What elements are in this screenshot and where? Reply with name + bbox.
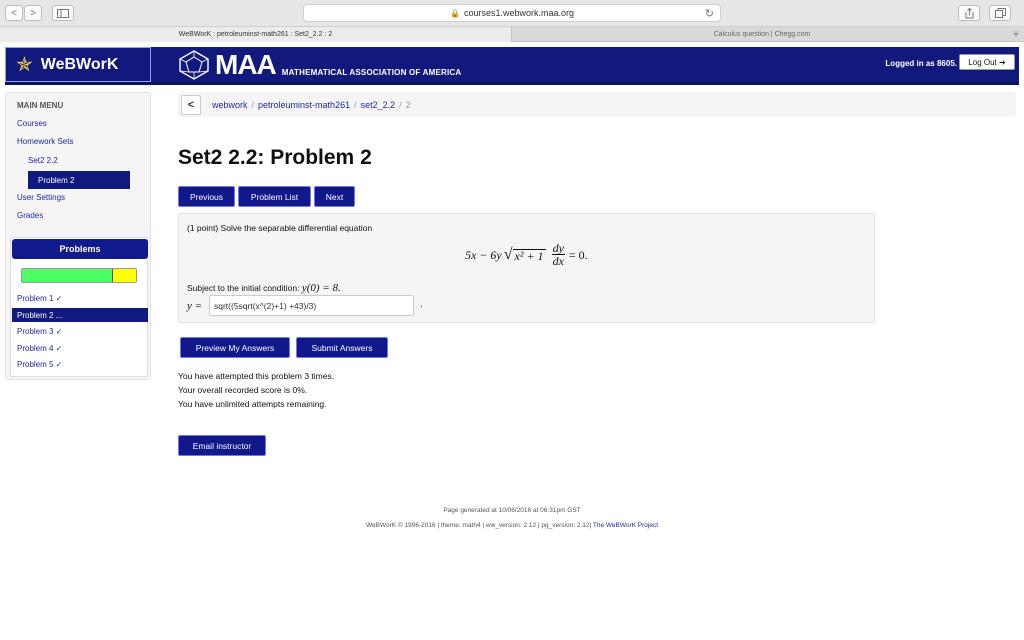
sidebar-item-grades[interactable]: Grades — [17, 211, 43, 220]
problems-panel: Problems Problem 1 ✓ Problem 2 ... Probl… — [10, 237, 148, 377]
breadcrumb-separator: / — [399, 99, 402, 110]
webwork-project-link[interactable]: The WeBWorK Project — [593, 522, 658, 529]
previous-button[interactable]: Previous — [178, 186, 235, 207]
breadcrumb-webwork[interactable]: webwork — [212, 100, 248, 110]
answer-input[interactable]: sqrt((5sqrt(x^(2)+1) +43)/3) — [209, 295, 414, 316]
tab-bar: WeBWorK : petroleuminst-math261 : Set2_2… — [0, 27, 1024, 42]
score-progress-bar — [21, 268, 137, 283]
address-bar[interactable]: 🔒 courses1.webwork.maa.org ↻ — [303, 4, 721, 22]
submit-answers-button[interactable]: Submit Answers — [296, 337, 388, 358]
sidebar: MAIN MENU Courses Homework Sets Set2 2.2… — [5, 92, 151, 380]
maa-polyhedron-icon — [179, 50, 209, 80]
derivative-fraction: dy dx — [551, 242, 565, 268]
breadcrumb-separator: / — [354, 99, 357, 110]
site-banner: ✯ WeBWorK MAA MATHEMATICAL ASSOCIATION O… — [5, 47, 1019, 85]
fraction-denominator: dx — [552, 254, 564, 268]
attempts-status: You have attempted this problem 3 times. — [178, 371, 335, 381]
page-title: Set2 2.2: Problem 2 — [178, 146, 372, 169]
problem-list-item[interactable]: Problem 5 ✓ — [17, 360, 62, 369]
sidebar-item-problem[interactable]: Problem 2 — [28, 171, 130, 189]
webwork-logo[interactable]: ✯ WeBWorK — [5, 47, 151, 82]
sidebar-item-homework-sets[interactable]: Homework Sets — [17, 137, 73, 146]
sidebar-item-courses[interactable]: Courses — [17, 119, 47, 128]
browser-toolbar: < > 🔒 courses1.webwork.maa.org ↻ — [0, 0, 1024, 27]
condition-math: y(0) = 8. — [301, 282, 341, 294]
sidebar-toggle-icon[interactable] — [52, 5, 74, 21]
answer-period: . — [420, 299, 423, 310]
chevron-left-icon[interactable]: < — [181, 94, 201, 115]
problem-list-item[interactable]: Problem 3 ✓ — [17, 327, 62, 336]
new-tab-icon[interactable]: + — [1010, 27, 1022, 42]
equation-rhs: = 0. — [568, 247, 588, 262]
footer-credits: WeBWorK © 1996-2016 | theme: math4 | ww_… — [0, 522, 1024, 529]
equation-lhs: 5x − 6y — [465, 247, 502, 262]
email-instructor-button[interactable]: Email instructor — [178, 435, 266, 456]
differential-equation: 5x − 6y √ x² + 1 dy dx = 0. — [465, 242, 588, 268]
footer-generated: Page generated at 10/06/2016 at 06:31pm … — [443, 507, 581, 514]
maa-subtitle: MATHEMATICAL ASSOCIATION OF AMERICA — [281, 67, 462, 77]
app-name: WeBWorK — [40, 55, 119, 73]
sidebar-item-set[interactable]: Set2 2.2 — [28, 156, 58, 165]
next-button[interactable]: Next — [314, 186, 355, 207]
answer-label: y = — [187, 300, 203, 312]
back-icon[interactable]: < — [5, 5, 23, 21]
maa-logo[interactable]: MAA MATHEMATICAL ASSOCIATION OF AMERICA — [178, 49, 461, 81]
initial-condition: Subject to the initial condition: y(0) =… — [187, 282, 341, 294]
logout-button[interactable]: Log Out ➔ — [959, 54, 1015, 70]
main-menu-heading: MAIN MENU — [17, 101, 64, 110]
problems-heading: Problems — [12, 239, 148, 259]
problem-body: (1 point) Solve the separable differenti… — [178, 213, 875, 323]
progress-attempted-segment — [113, 269, 136, 282]
problem-list-item-current[interactable]: Problem 2 ... — [12, 308, 148, 322]
breadcrumb: < webwork / petroleuminst-math261 / set2… — [178, 92, 1016, 117]
share-icon[interactable] — [958, 5, 980, 21]
logged-in-text: Logged in as 8605. — [885, 59, 957, 68]
tabs-overview-icon[interactable] — [989, 5, 1011, 21]
footer-version: WeBWorK © 1996-2016 | theme: math4 | ww_… — [365, 522, 592, 529]
remaining-status: You have unlimited attempts remaining. — [178, 399, 327, 409]
forward-icon[interactable]: > — [24, 5, 42, 21]
lock-icon: 🔒 — [449, 8, 460, 18]
progress-correct-segment — [22, 269, 114, 282]
breadcrumb-set[interactable]: set2_2.2 — [361, 100, 396, 110]
sqrt-content: x² + 1 — [512, 249, 546, 263]
problem-list-item[interactable]: Problem 1 ✓ — [17, 294, 62, 303]
url-text: courses1.webwork.maa.org — [463, 8, 575, 18]
problem-statement: (1 point) Solve the separable differenti… — [187, 223, 373, 233]
preview-answers-button[interactable]: Preview My Answers — [180, 337, 290, 358]
maa-title: MAA — [215, 49, 277, 80]
sidebar-item-user-settings[interactable]: User Settings — [17, 193, 65, 202]
condition-text: Subject to the initial condition: — [187, 283, 300, 293]
sqrt-term: √ x² + 1 — [503, 246, 546, 263]
star-logo-icon: ✯ — [16, 54, 33, 76]
tab-chegg[interactable]: Calculus question | Chegg.com — [512, 27, 1012, 42]
breadcrumb-separator: / — [251, 99, 255, 110]
score-status: Your overall recorded score is 0%. — [178, 385, 308, 395]
problem-list-button[interactable]: Problem List — [238, 186, 311, 207]
tab-webwork[interactable]: WeBWorK : petroleuminst-math261 : Set2_2… — [0, 27, 512, 42]
reload-icon[interactable]: ↻ — [705, 7, 714, 20]
problem-list-item[interactable]: Problem 4 ✓ — [17, 344, 62, 353]
breadcrumb-current: 2 — [405, 99, 411, 110]
breadcrumb-course[interactable]: petroleuminst-math261 — [258, 100, 350, 110]
